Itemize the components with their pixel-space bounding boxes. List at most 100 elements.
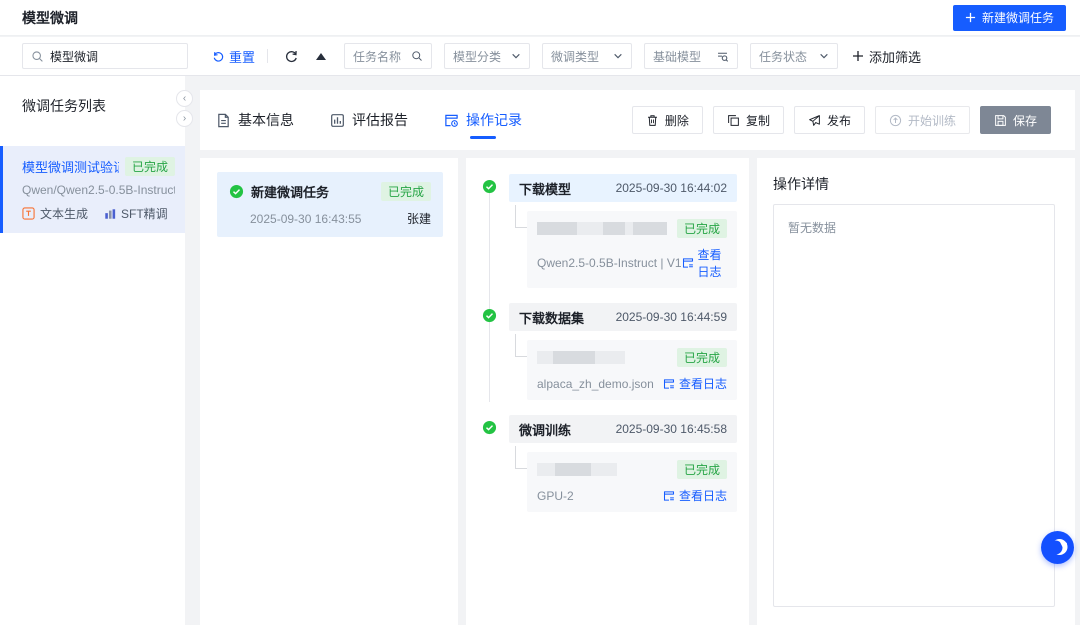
filter-bar: 模型微调 重置 任务名称 模型分类 微调类型 基础模型: [0, 37, 1080, 76]
timeline-step-finetune-train: 微调训练 2025-09-30 16:45:58 已完成 GPU-2: [482, 415, 737, 512]
start-training-button[interactable]: 开始训练: [875, 106, 970, 134]
save-icon: [994, 114, 1007, 127]
model-category-label: 模型分类: [453, 48, 505, 65]
timeline-step-download-model: 下载模型 2025-09-30 16:44:02 已完成 Qwen2.5-0.5…: [482, 174, 737, 288]
task-card-operator: 张建: [407, 210, 431, 227]
operation-detail-title: 操作详情: [773, 174, 1075, 194]
substep-detail: alpaca_zh_demo.json: [537, 377, 663, 391]
new-finetune-task-label: 新建微调任务: [982, 9, 1054, 26]
tab-operation-log[interactable]: 操作记录: [444, 90, 522, 150]
status-badge: 已完成: [677, 219, 727, 238]
collapse-filters-icon[interactable]: [310, 45, 332, 67]
step-header[interactable]: 微调训练 2025-09-30 16:45:58: [509, 415, 737, 443]
publish-button[interactable]: 发布: [794, 106, 865, 134]
task-name-placeholder: 任务名称: [353, 48, 405, 65]
chevron-down-icon: [819, 51, 829, 61]
search-icon: [411, 50, 423, 62]
substep: 已完成 GPU-2 查看日志: [527, 452, 737, 512]
chevron-left-icon[interactable]: ‹: [176, 90, 193, 107]
substep-detail: Qwen2.5-0.5B-Instruct | V1: [537, 256, 682, 270]
view-log-label: 查看日志: [698, 246, 727, 280]
operation-steps-panel: 下载模型 2025-09-30 16:44:02 已完成 Qwen2.5-0.5…: [466, 158, 749, 625]
base-model-label: 基础模型: [653, 48, 710, 65]
tune-type-label: 微调类型: [551, 48, 607, 65]
send-icon: [808, 114, 821, 127]
timeline-step-download-dataset: 下载数据集 2025-09-30 16:44:59 已完成 alpaca_zh_…: [482, 303, 737, 400]
view-log-link[interactable]: 查看日志: [663, 375, 727, 392]
add-filter-label: 添加筛选: [869, 47, 921, 66]
view-log-label: 查看日志: [679, 375, 727, 392]
list-search-icon: [716, 50, 729, 63]
search-input[interactable]: 模型微调: [22, 43, 188, 69]
task-card-title: 新建微调任务: [251, 182, 374, 201]
assistant-widget-button[interactable]: [1041, 531, 1074, 564]
save-button[interactable]: 保存: [980, 106, 1051, 134]
view-log-link[interactable]: 查看日志: [682, 246, 727, 280]
tab-label: 操作记录: [466, 110, 522, 130]
task-status-label: 任务状态: [759, 48, 813, 65]
check-circle-icon: [482, 179, 497, 194]
tab-basic-info[interactable]: 基本信息: [216, 90, 294, 150]
publish-label: 发布: [827, 112, 851, 129]
start-training-label: 开始训练: [908, 112, 956, 129]
new-finetune-task-button[interactable]: 新建微调任务: [953, 5, 1066, 31]
add-filter-button[interactable]: 添加筛选: [852, 47, 921, 66]
redacted-name: [537, 463, 677, 476]
copy-button[interactable]: 复制: [713, 106, 784, 134]
tabs: 基本信息 评估报告 操作记录: [216, 90, 522, 150]
operation-detail-panel: 操作详情 暂无数据: [757, 158, 1075, 625]
search-value: 模型微调: [50, 48, 98, 65]
task-status-select[interactable]: 任务状态: [750, 43, 838, 69]
sidebar-title: 微调任务列表: [0, 76, 185, 116]
substep-card[interactable]: 已完成 Qwen2.5-0.5B-Instruct | V1 查看日志: [527, 211, 737, 288]
chevron-down-icon: [613, 51, 623, 61]
refresh-icon[interactable]: [280, 45, 302, 67]
reset-icon: [212, 50, 225, 63]
redacted-name: [537, 222, 677, 235]
tab-eval-report[interactable]: 评估报告: [330, 90, 408, 150]
reset-label: 重置: [229, 47, 255, 66]
reset-button[interactable]: 重置: [212, 47, 255, 66]
status-badge: 已完成: [677, 348, 727, 367]
task-list-item[interactable]: 模型微调测试验证 已完成 Qwen/Qwen2.5-0.5B-Instruct …: [0, 146, 185, 233]
step-title: 下载模型: [519, 179, 616, 198]
tune-type-select[interactable]: 微调类型: [542, 43, 632, 69]
operation-timeline: 下载模型 2025-09-30 16:44:02 已完成 Qwen2.5-0.5…: [482, 174, 737, 512]
model-category-select[interactable]: 模型分类: [444, 43, 530, 69]
detail-header: 基本信息 评估报告 操作记录 删除 复制: [200, 90, 1075, 150]
step-title: 下载数据集: [519, 308, 616, 327]
chevron-right-icon[interactable]: ›: [176, 110, 193, 127]
check-circle-icon: [482, 308, 497, 323]
task-name-filter-input[interactable]: 任务名称: [344, 43, 432, 69]
task-name: 模型微调测试验证: [22, 157, 119, 176]
empty-placeholder: 暂无数据: [774, 205, 1054, 250]
task-list-sidebar: ‹ › 微调任务列表 模型微调测试验证 已完成 Qwen/Qwen2.5-0.5…: [0, 76, 185, 625]
trash-icon: [646, 114, 659, 127]
check-circle-icon: [482, 420, 497, 435]
bar-chart-icon: [330, 113, 345, 128]
task-model: Qwen/Qwen2.5-0.5B-Instruct |...: [22, 183, 175, 197]
step-time: 2025-09-30 16:44:59: [616, 310, 727, 324]
substep: 已完成 alpaca_zh_demo.json 查看日志: [527, 340, 737, 400]
substep-card[interactable]: 已完成 alpaca_zh_demo.json 查看日志: [527, 340, 737, 400]
substep-card[interactable]: 已完成 GPU-2 查看日志: [527, 452, 737, 512]
substep-detail: GPU-2: [537, 489, 663, 503]
task-history-card[interactable]: 新建微调任务 已完成 2025-09-30 16:43:55 张建: [217, 172, 443, 237]
play-circle-icon: [889, 114, 902, 127]
step-header[interactable]: 下载数据集 2025-09-30 16:44:59: [509, 303, 737, 331]
view-log-link[interactable]: 查看日志: [663, 487, 727, 504]
assistant-icon: [1041, 531, 1074, 564]
step-time: 2025-09-30 16:45:58: [616, 422, 727, 436]
delete-label: 删除: [665, 112, 689, 129]
tab-label: 评估报告: [352, 110, 408, 130]
sft-tag: SFT精调: [121, 205, 168, 222]
text-generation-tag: 文本生成: [40, 205, 88, 222]
step-title: 微调训练: [519, 420, 616, 439]
base-model-picker[interactable]: 基础模型: [644, 43, 738, 69]
save-label: 保存: [1013, 112, 1037, 129]
log-icon: [682, 257, 694, 269]
step-header[interactable]: 下载模型 2025-09-30 16:44:02: [509, 174, 737, 202]
redacted-name: [537, 351, 677, 364]
delete-button[interactable]: 删除: [632, 106, 703, 134]
search-icon: [31, 50, 44, 63]
